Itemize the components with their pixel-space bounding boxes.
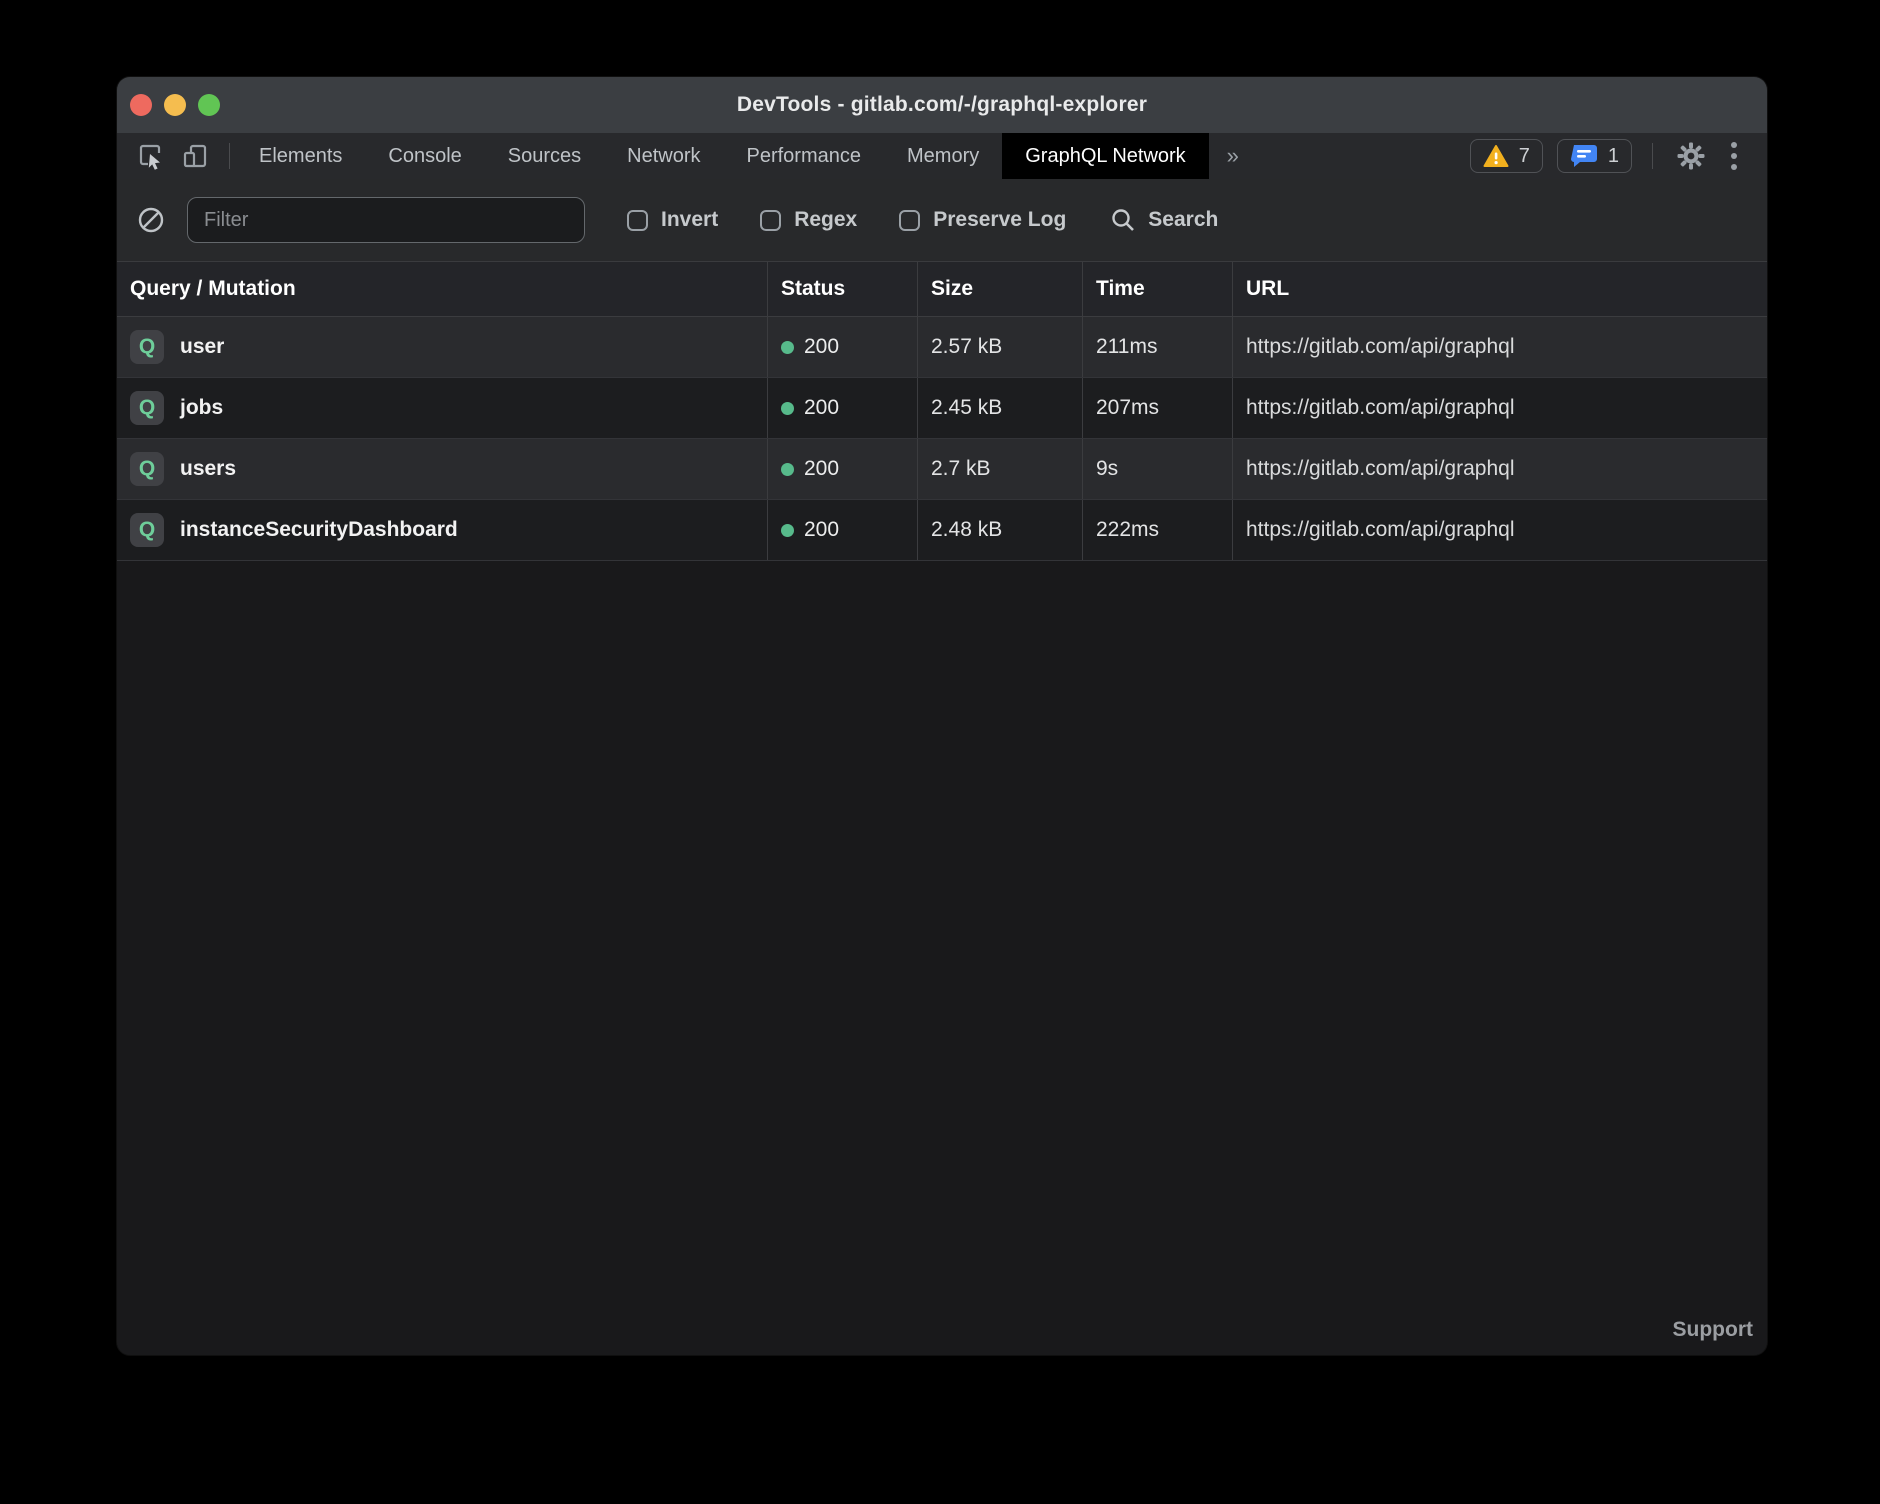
invert-checkbox-item[interactable]: Invert [627,208,718,232]
column-header-size[interactable]: Size [917,262,1082,316]
support-link[interactable]: Support [1673,1318,1753,1342]
column-header-query-mutation[interactable]: Query / Mutation [117,262,767,316]
title-bar: DevTools - gitlab.com/-/graphql-explorer [117,77,1767,133]
query-name: instanceSecurityDashboard [180,518,458,542]
response-size: 2.45 kB [931,396,1002,420]
query-type-badge: Q [130,391,164,425]
query-name: user [180,335,224,359]
tab-memory[interactable]: Memory [884,133,1002,179]
badges-divider [1652,143,1653,169]
tab-performance[interactable]: Performance [724,133,885,179]
status-code: 200 [804,396,839,420]
search-label: Search [1148,208,1218,232]
search-icon [1110,207,1136,233]
query-type-badge: Q [130,452,164,486]
status-ok-icon [781,402,794,415]
devtools-window: DevTools - gitlab.com/-/graphql-explorer [117,77,1767,1355]
query-name: jobs [180,396,223,420]
status-code: 200 [804,335,839,359]
request-url: https://gitlab.com/api/graphql [1246,457,1515,481]
requests-table-header: Query / Mutation Status Size Time URL [117,262,1767,317]
response-size: 2.7 kB [931,457,991,481]
settings-button[interactable] [1673,138,1709,174]
tab-graphql-network[interactable]: GraphQL Network [1002,133,1208,179]
tab-elements[interactable]: Elements [236,133,365,179]
response-size: 2.48 kB [931,518,1002,542]
device-toolbar-icon [180,141,210,171]
dots-icon [1731,142,1737,148]
regex-checkbox[interactable] [760,210,781,231]
query-type-badge: Q [130,513,164,547]
preserve-log-label: Preserve Log [933,208,1066,232]
invert-checkbox[interactable] [627,210,648,231]
column-header-status[interactable]: Status [767,262,917,316]
request-time: 9s [1096,457,1118,481]
window-title: DevTools - gitlab.com/-/graphql-explorer [117,93,1767,117]
toolbar-divider [229,143,230,169]
preserve-log-checkbox-item[interactable]: Preserve Log [899,208,1066,232]
tab-network[interactable]: Network [604,133,723,179]
gear-icon [1676,141,1706,171]
filter-toolbar: Invert Regex Preserve Log Search [117,179,1767,262]
request-time: 222ms [1096,518,1159,542]
status-ok-icon [781,524,794,537]
regex-checkbox-item[interactable]: Regex [760,208,857,232]
column-header-time[interactable]: Time [1082,262,1232,316]
request-time: 207ms [1096,396,1159,420]
regex-label: Regex [794,208,857,232]
tab-console[interactable]: Console [365,133,484,179]
table-row[interactable]: Q users 200 2.7 kB 9s https://gitlab.com… [117,439,1767,500]
table-row[interactable]: Q jobs 200 2.45 kB 207ms https://gitlab.… [117,378,1767,439]
messages-count: 1 [1608,145,1619,168]
more-tabs-button[interactable]: » [1209,133,1257,179]
table-row[interactable]: Q instanceSecurityDashboard 200 2.48 kB … [117,500,1767,561]
messages-badge[interactable]: 1 [1557,139,1632,173]
inspect-element-button[interactable] [133,138,169,174]
clear-requests-button[interactable] [137,206,165,234]
query-name: users [180,457,236,481]
filter-input[interactable] [187,197,585,243]
invert-label: Invert [661,208,718,232]
message-icon [1570,143,1598,169]
table-row[interactable]: Q user 200 2.57 kB 211ms https://gitlab.… [117,317,1767,378]
query-type-badge: Q [130,330,164,364]
requests-table-body: Q user 200 2.57 kB 211ms https://gitlab.… [117,317,1767,561]
status-ok-icon [781,463,794,476]
table-empty-area: Support [117,561,1767,1355]
response-size: 2.57 kB [931,335,1002,359]
status-ok-icon [781,341,794,354]
search-button[interactable]: Search [1110,207,1218,233]
request-time: 211ms [1096,335,1157,359]
more-options-button[interactable] [1723,142,1745,170]
request-url: https://gitlab.com/api/graphql [1246,335,1515,359]
panel-tabs: ElementsConsoleSourcesNetworkPerformance… [236,133,1209,179]
tab-sources[interactable]: Sources [485,133,604,179]
inspect-cursor-icon [136,141,166,171]
preserve-log-checkbox[interactable] [899,210,920,231]
warning-icon [1483,144,1509,168]
block-icon [137,206,165,234]
request-url: https://gitlab.com/api/graphql [1246,518,1515,542]
warnings-badge[interactable]: 7 [1470,139,1543,173]
status-code: 200 [804,518,839,542]
device-toolbar-button[interactable] [177,138,213,174]
column-header-url[interactable]: URL [1232,262,1767,316]
status-code: 200 [804,457,839,481]
devtools-tab-bar: ElementsConsoleSourcesNetworkPerformance… [117,133,1767,179]
warnings-count: 7 [1519,145,1530,168]
request-url: https://gitlab.com/api/graphql [1246,396,1515,420]
